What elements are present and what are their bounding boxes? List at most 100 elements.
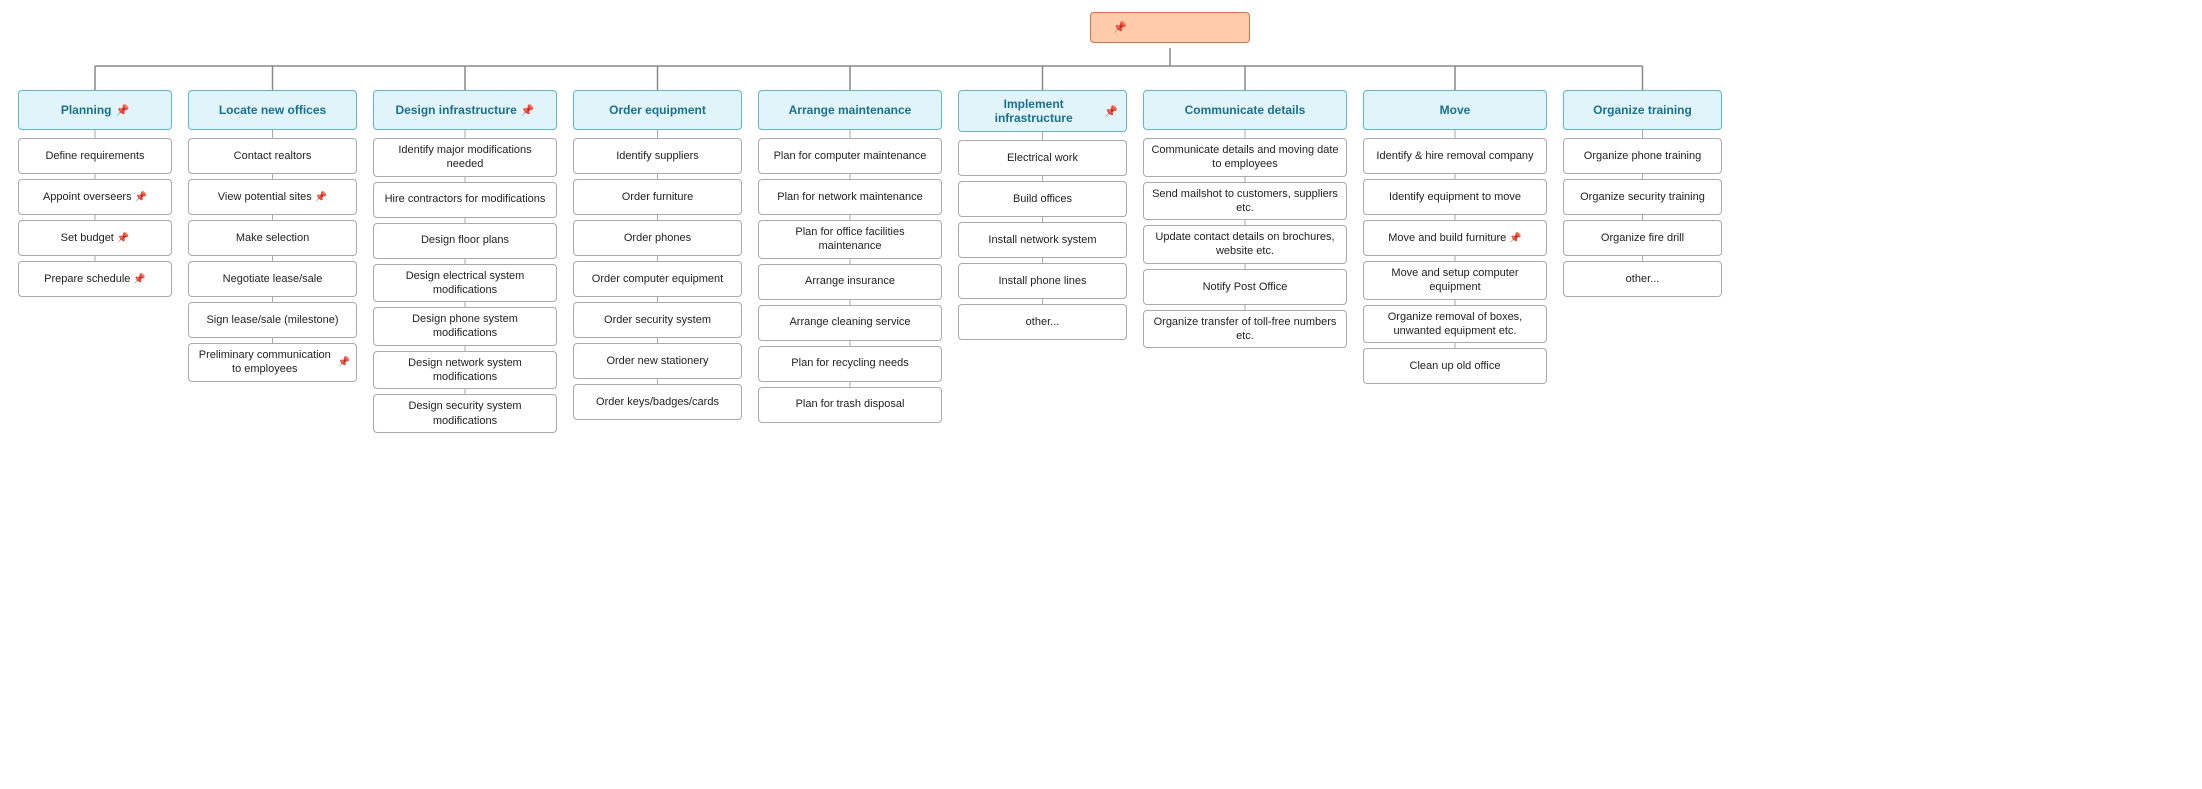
item-planning-0[interactable]: Define requirements bbox=[18, 138, 172, 174]
item-arrange-5[interactable]: Plan for recycling needs bbox=[758, 346, 942, 382]
item-implement-0[interactable]: Electrical work bbox=[958, 140, 1127, 176]
item-training-0[interactable]: Organize phone training bbox=[1563, 138, 1722, 174]
column-communicate: Communicate details Communicate details a… bbox=[1135, 90, 1355, 348]
item-implement-3[interactable]: Install phone lines bbox=[958, 263, 1127, 299]
header-order[interactable]: Order equipment bbox=[573, 90, 742, 130]
item-label-move-5: Clean up old office bbox=[1410, 359, 1501, 373]
item-planning-2[interactable]: Set budget📌 bbox=[18, 220, 172, 256]
item-label-implement-3: Install phone lines bbox=[998, 274, 1086, 288]
header-move[interactable]: Move bbox=[1363, 90, 1547, 130]
item-locate-3[interactable]: Negotiate lease/sale bbox=[188, 261, 357, 297]
root-node[interactable]: 📌 bbox=[1090, 12, 1250, 43]
item-communicate-4[interactable]: Organize transfer of toll-free numbers e… bbox=[1143, 310, 1347, 349]
item-label-planning-2: Set budget bbox=[61, 231, 114, 245]
item-order-6[interactable]: Order keys/badges/cards bbox=[573, 384, 742, 420]
item-arrange-1[interactable]: Plan for network maintenance bbox=[758, 179, 942, 215]
item-label-design-2: Design floor plans bbox=[421, 233, 509, 247]
item-arrange-6[interactable]: Plan for trash disposal bbox=[758, 387, 942, 423]
header-label-move: Move bbox=[1440, 103, 1471, 117]
item-order-2[interactable]: Order phones bbox=[573, 220, 742, 256]
header-label-order: Order equipment bbox=[609, 103, 706, 117]
item-move-2[interactable]: Move and build furniture📌 bbox=[1363, 220, 1547, 256]
item-note-move-2: 📌 bbox=[1509, 232, 1521, 245]
item-communicate-0[interactable]: Communicate details and moving date to e… bbox=[1143, 138, 1347, 177]
item-label-design-4: Design phone system modifications bbox=[380, 312, 550, 341]
items-training: Organize phone training Organize security… bbox=[1555, 138, 1730, 297]
item-arrange-2[interactable]: Plan for office facilities maintenance bbox=[758, 220, 942, 259]
item-label-move-0: Identify & hire removal company bbox=[1376, 149, 1533, 163]
item-move-5[interactable]: Clean up old office bbox=[1363, 348, 1547, 384]
item-label-training-2: Organize fire drill bbox=[1601, 231, 1684, 245]
item-label-move-4: Organize removal of boxes, unwanted equi… bbox=[1370, 310, 1540, 339]
header-communicate[interactable]: Communicate details bbox=[1143, 90, 1347, 130]
item-implement-1[interactable]: Build offices bbox=[958, 181, 1127, 217]
note-icon-implement: 📌 bbox=[1104, 105, 1118, 118]
item-move-4[interactable]: Organize removal of boxes, unwanted equi… bbox=[1363, 305, 1547, 344]
item-label-design-1: Hire contractors for modifications bbox=[385, 192, 546, 206]
item-arrange-0[interactable]: Plan for computer maintenance bbox=[758, 138, 942, 174]
item-design-4[interactable]: Design phone system modifications bbox=[373, 307, 557, 346]
item-implement-2[interactable]: Install network system bbox=[958, 222, 1127, 258]
header-implement[interactable]: Implement infrastructure📌 bbox=[958, 90, 1127, 132]
item-communicate-2[interactable]: Update contact details on brochures, web… bbox=[1143, 225, 1347, 264]
note-icon-planning: 📌 bbox=[115, 104, 129, 117]
item-label-arrange-5: Plan for recycling needs bbox=[791, 356, 908, 370]
diagram: 📌 Planning📌 Define requirements Appoint ov… bbox=[0, 0, 2202, 789]
item-locate-1[interactable]: View potential sites📌 bbox=[188, 179, 357, 215]
item-order-3[interactable]: Order computer equipment bbox=[573, 261, 742, 297]
item-design-1[interactable]: Hire contractors for modifications bbox=[373, 182, 557, 218]
item-note-planning-2: 📌 bbox=[117, 232, 129, 245]
item-label-order-2: Order phones bbox=[624, 231, 691, 245]
item-design-0[interactable]: Identify major modifications needed bbox=[373, 138, 557, 177]
item-training-3[interactable]: other... bbox=[1563, 261, 1722, 297]
column-arrange: Arrange maintenance Plan for computer mai… bbox=[750, 90, 950, 423]
item-planning-3[interactable]: Prepare schedule📌 bbox=[18, 261, 172, 297]
item-design-3[interactable]: Design electrical system modifications bbox=[373, 264, 557, 303]
item-note-planning-3: 📌 bbox=[133, 273, 145, 286]
item-design-5[interactable]: Design network system modifications bbox=[373, 351, 557, 390]
item-label-planning-1: Appoint overseers bbox=[43, 190, 132, 204]
item-move-0[interactable]: Identify & hire removal company bbox=[1363, 138, 1547, 174]
header-planning[interactable]: Planning📌 bbox=[18, 90, 172, 130]
column-order: Order equipment Identify suppliers Order f… bbox=[565, 90, 750, 420]
item-label-design-5: Design network system modifications bbox=[380, 356, 550, 385]
item-planning-1[interactable]: Appoint overseers📌 bbox=[18, 179, 172, 215]
item-arrange-3[interactable]: Arrange insurance bbox=[758, 264, 942, 300]
item-label-training-0: Organize phone training bbox=[1584, 149, 1701, 163]
header-locate[interactable]: Locate new offices bbox=[188, 90, 357, 130]
item-arrange-4[interactable]: Arrange cleaning service bbox=[758, 305, 942, 341]
item-move-1[interactable]: Identify equipment to move bbox=[1363, 179, 1547, 215]
item-communicate-1[interactable]: Send mailshot to customers, suppliers et… bbox=[1143, 182, 1347, 221]
item-label-move-3: Move and setup computer equipment bbox=[1370, 266, 1540, 295]
item-order-5[interactable]: Order new stationery bbox=[573, 343, 742, 379]
header-label-design: Design infrastructure bbox=[395, 103, 516, 117]
item-locate-2[interactable]: Make selection bbox=[188, 220, 357, 256]
item-locate-5[interactable]: Preliminary communication to employees📌 bbox=[188, 343, 357, 382]
item-label-order-4: Order security system bbox=[604, 313, 711, 327]
item-label-planning-0: Define requirements bbox=[45, 149, 144, 163]
item-design-6[interactable]: Design security system modifications bbox=[373, 394, 557, 433]
item-label-training-3: other... bbox=[1626, 272, 1660, 286]
header-design[interactable]: Design infrastructure📌 bbox=[373, 90, 557, 130]
header-arrange[interactable]: Arrange maintenance bbox=[758, 90, 942, 130]
item-locate-4[interactable]: Sign lease/sale (milestone) bbox=[188, 302, 357, 338]
item-design-2[interactable]: Design floor plans bbox=[373, 223, 557, 259]
items-move: Identify & hire removal company Identify … bbox=[1355, 138, 1555, 384]
header-training[interactable]: Organize training bbox=[1563, 90, 1722, 130]
items-design: Identify major modifications needed Hire … bbox=[365, 138, 565, 433]
item-order-0[interactable]: Identify suppliers bbox=[573, 138, 742, 174]
item-communicate-3[interactable]: Notify Post Office bbox=[1143, 269, 1347, 305]
item-label-design-6: Design security system modifications bbox=[380, 399, 550, 428]
item-training-2[interactable]: Organize fire drill bbox=[1563, 220, 1722, 256]
item-move-3[interactable]: Move and setup computer equipment bbox=[1363, 261, 1547, 300]
item-locate-0[interactable]: Contact realtors bbox=[188, 138, 357, 174]
item-implement-4[interactable]: other... bbox=[958, 304, 1127, 340]
item-order-4[interactable]: Order security system bbox=[573, 302, 742, 338]
item-training-1[interactable]: Organize security training bbox=[1563, 179, 1722, 215]
column-locate: Locate new offices Contact realtors View p… bbox=[180, 90, 365, 382]
item-label-arrange-2: Plan for office facilities maintenance bbox=[765, 225, 935, 254]
items-communicate: Communicate details and moving date to e… bbox=[1135, 138, 1355, 348]
item-label-implement-1: Build offices bbox=[1013, 192, 1072, 206]
item-label-arrange-4: Arrange cleaning service bbox=[789, 315, 910, 329]
item-order-1[interactable]: Order furniture bbox=[573, 179, 742, 215]
